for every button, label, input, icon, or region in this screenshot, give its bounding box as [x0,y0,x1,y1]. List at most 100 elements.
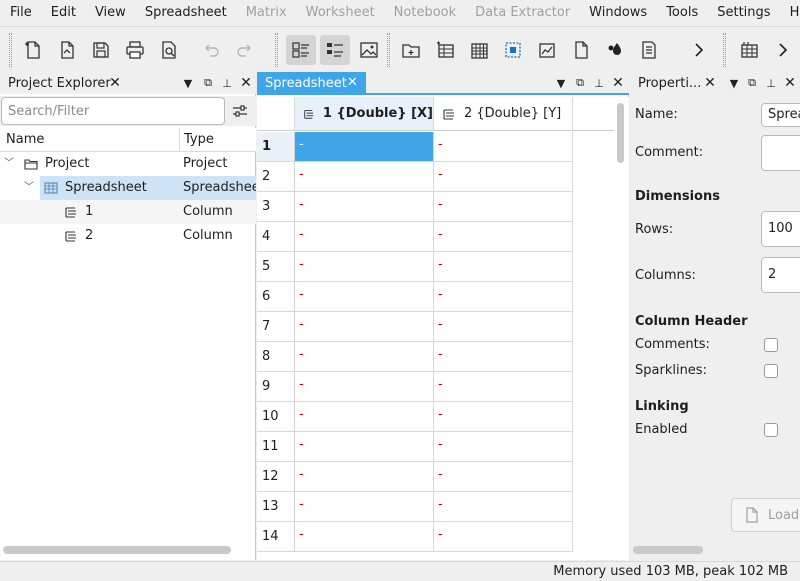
menu-file[interactable]: File [0,0,41,25]
spreadsheet-cell[interactable]: - [295,132,434,162]
scrollbar-thumb[interactable] [617,103,624,163]
spreadsheet-cell[interactable]: - [434,252,573,282]
menu-settings[interactable]: Settings [707,0,779,25]
tree-row-column-1[interactable]: 1 Column [0,200,256,224]
close-tab-icon[interactable]: ✕ [107,72,123,94]
horizontal-scrollbar[interactable] [633,546,703,554]
spreadsheet-cell[interactable]: - [295,402,434,432]
spreadsheet-cell[interactable]: - [295,162,434,192]
undo-button[interactable] [196,35,226,65]
toolbar-grip[interactable] [387,33,390,67]
new-notebook-button[interactable] [600,35,630,65]
new-folder-button[interactable] [396,35,426,65]
row-header[interactable]: 2 [257,162,295,192]
close-panel-icon[interactable]: ✕ [610,72,626,94]
worksheet-view-button[interactable] [354,35,384,65]
row-header[interactable]: 10 [257,402,295,432]
panel-menu-icon[interactable]: ▼ [553,72,569,94]
redo-button[interactable] [230,35,260,65]
spreadsheet-cell[interactable]: - [434,222,573,252]
spreadsheet-cell[interactable]: - [295,222,434,252]
spreadsheet-cell[interactable]: - [295,252,434,282]
toolbar-extension-button[interactable] [684,35,714,65]
column-header-x[interactable]: 1 {Double} [X] [295,97,434,131]
spreadsheet-cell[interactable]: - [295,282,434,312]
pin-icon[interactable]: ⊥ [763,72,779,94]
pin-icon[interactable]: ⊥ [591,72,607,94]
print-preview-button[interactable] [154,35,184,65]
new-project-button[interactable] [18,35,48,65]
row-header[interactable]: 1 [257,132,295,162]
spreadsheet-cell[interactable]: - [434,342,573,372]
spreadsheet-cell[interactable]: - [295,192,434,222]
menu-tools[interactable]: Tools [656,0,707,25]
spreadsheet-cell[interactable]: - [295,372,434,402]
toolbar-extension-button-2[interactable] [768,35,798,65]
comments-checkbox[interactable] [764,338,778,352]
pin-icon[interactable]: ⊥ [219,72,235,94]
spreadsheet-cell[interactable]: - [434,162,573,192]
spreadsheet-cell[interactable]: - [434,492,573,522]
row-header[interactable]: 13 [257,492,295,522]
row-header[interactable]: 6 [257,282,295,312]
row-header[interactable]: 9 [257,372,295,402]
menu-windows[interactable]: Windows [579,0,656,25]
panel-menu-icon[interactable]: ▼ [180,72,196,94]
spreadsheet-cell[interactable]: - [434,402,573,432]
new-workbook-button[interactable] [430,35,460,65]
row-header[interactable]: 7 [257,312,295,342]
close-panel-icon[interactable]: ✕ [238,72,254,94]
spreadsheet-cell[interactable]: - [295,522,434,552]
print-button[interactable] [120,35,150,65]
close-tab-icon[interactable]: ✕ [702,72,718,94]
float-panel-icon[interactable]: ⧉ [200,72,216,94]
spreadsheet-cell[interactable]: - [295,342,434,372]
toolbar-grip[interactable] [723,33,726,67]
comment-field[interactable] [761,135,800,171]
menu-matrix[interactable]: Matrix [236,0,296,25]
spreadsheet-cell[interactable]: - [434,432,573,462]
new-matrix-button[interactable] [498,35,528,65]
toolbar-grip[interactable] [9,33,12,67]
horizontal-scrollbar[interactable] [3,546,231,554]
float-panel-icon[interactable]: ⧉ [572,72,588,94]
menu-help[interactable]: Help [780,0,800,25]
column-header-y[interactable]: 2 {Double} [Y] [434,97,573,131]
collapse-arrow-icon[interactable]: ﹀ [24,176,36,200]
menu-spreadsheet[interactable]: Spreadsheet [135,0,236,25]
spreadsheet-cell[interactable]: - [434,462,573,492]
row-header[interactable]: 4 [257,222,295,252]
tree-row-column-2[interactable]: 2 Column [0,224,256,248]
close-panel-icon[interactable]: ✕ [782,72,798,94]
name-field[interactable]: Spreadsheet [761,103,800,127]
vertical-scrollbar[interactable] [614,97,629,560]
row-header[interactable]: 5 [257,252,295,282]
new-text-button[interactable] [634,35,664,65]
tree-header-name[interactable]: Name [0,128,44,152]
toggle-properties-button[interactable] [320,35,350,65]
row-header[interactable]: 12 [257,462,295,492]
row-header[interactable]: 11 [257,432,295,462]
toolbar-grip[interactable] [275,33,278,67]
menu-notebook[interactable]: Notebook [384,0,465,25]
row-header[interactable]: 3 [257,192,295,222]
load-button[interactable]: Load [731,498,800,532]
tree-row-project[interactable]: ﹀ Project Project [0,152,256,176]
new-spreadsheet-button[interactable] [464,35,494,65]
spreadsheet-cell[interactable]: - [434,282,573,312]
search-input[interactable] [1,97,225,125]
spreadsheet-cell[interactable]: - [434,372,573,402]
spreadsheet-cell[interactable]: - [295,432,434,462]
close-tab-icon[interactable]: ✕ [347,75,358,90]
columns-spinbox[interactable]: 2 [761,257,800,293]
spreadsheet-cell[interactable]: - [295,312,434,342]
new-note-button[interactable] [566,35,596,65]
panel-menu-icon[interactable]: ▼ [726,72,742,94]
spreadsheet-tab[interactable]: Spreadsheet ✕ [257,72,366,95]
menu-data-extractor[interactable]: Data Extractor [465,0,579,25]
open-project-button[interactable] [52,35,82,65]
row-header[interactable]: 8 [257,342,295,372]
spreadsheet-cell[interactable]: - [434,132,573,162]
spreadsheet-tools-button[interactable] [734,35,764,65]
linking-enabled-checkbox[interactable] [764,423,778,437]
